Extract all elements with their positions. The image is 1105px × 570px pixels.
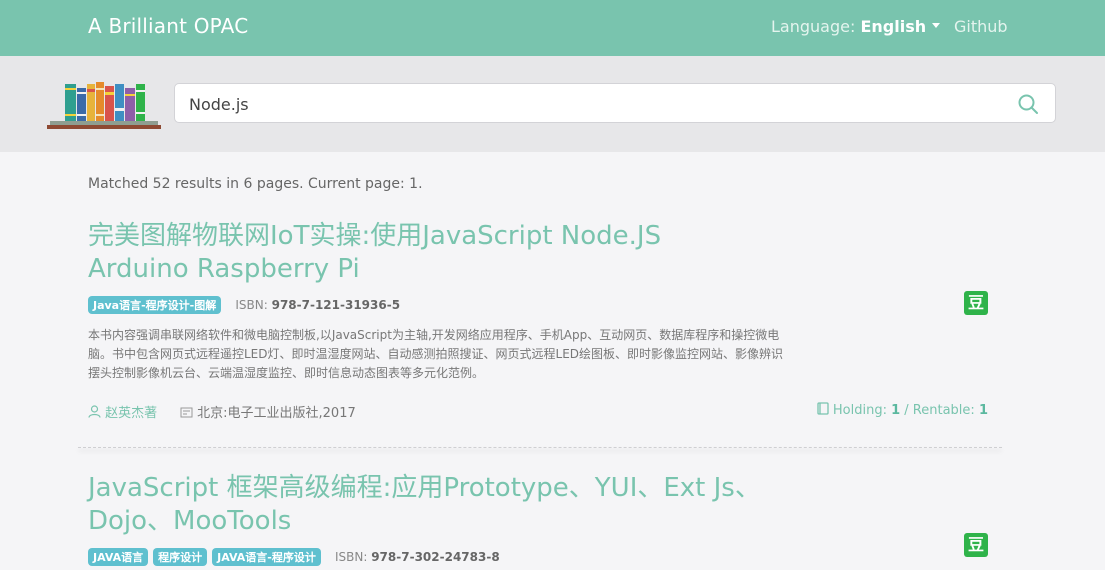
isbn: ISBN: 978-7-121-31936-5 bbox=[235, 298, 400, 312]
subject-tag[interactable]: 程序设计 bbox=[153, 547, 208, 566]
holding-label: Holding: bbox=[832, 403, 887, 418]
result-card: JavaScript 框架高级编程:应用Prototype、YUI、Ext Js… bbox=[78, 472, 1002, 570]
rentable-count: 1 bbox=[978, 403, 988, 418]
publisher-icon bbox=[180, 407, 193, 418]
search-box bbox=[174, 83, 1056, 123]
isbn-label: ISBN: bbox=[235, 297, 268, 312]
result-card: 完美图解物联网IoT实操:使用JavaScript Node.JS Arduin… bbox=[78, 220, 1002, 430]
app-brand[interactable]: A Brilliant OPAC bbox=[88, 14, 248, 38]
isbn-label: ISBN: bbox=[334, 549, 368, 564]
author-name: 赵英杰著 bbox=[105, 406, 158, 421]
language-label: Language: bbox=[771, 17, 856, 36]
isbn-value: 978-7-302-24783-8 bbox=[371, 549, 500, 564]
douban-icon[interactable]: 豆 bbox=[964, 533, 988, 557]
result-divider bbox=[78, 447, 1002, 448]
subject-tag[interactable]: Java语言-程序设计-图解 bbox=[88, 295, 222, 314]
subject-tag[interactable]: JAVA语言 bbox=[88, 547, 149, 566]
user-icon bbox=[88, 405, 101, 418]
douban-icon[interactable]: 豆 bbox=[964, 291, 988, 315]
search-bar bbox=[0, 56, 1105, 152]
bookshelf-logo-icon[interactable] bbox=[46, 80, 162, 130]
github-link[interactable]: Github bbox=[954, 17, 1008, 36]
holding-info: Holding: 1 / Rentable: 1 bbox=[817, 402, 988, 418]
search-input[interactable] bbox=[187, 92, 991, 116]
search-icon[interactable] bbox=[1017, 93, 1039, 115]
book-icon bbox=[817, 402, 829, 415]
publisher-text: 北京:电子工业出版社,2017 bbox=[197, 406, 356, 421]
subject-tag[interactable]: JAVA语言-程序设计 bbox=[212, 547, 321, 566]
top-navbar: A Brilliant OPAC Language: English Githu… bbox=[0, 0, 1105, 56]
result-title-link[interactable]: 完美图解物联网IoT实操:使用JavaScript Node.JS Arduin… bbox=[88, 220, 768, 286]
result-tags: JAVA语言 程序设计 JAVA语言-程序设计 ISBN: 978-7-302-24… bbox=[88, 546, 500, 566]
isbn-value: 978-7-121-31936-5 bbox=[271, 297, 401, 312]
caret-down-icon bbox=[932, 23, 941, 28]
language-dropdown[interactable]: Language: English bbox=[771, 17, 941, 36]
result-meta: 赵英杰著 北京:电子工业出版社,2017 Holding: 1 / Rentab… bbox=[88, 402, 988, 421]
holding-count: 1 bbox=[891, 403, 901, 418]
results-summary: Matched 52 results in 6 pages. Current p… bbox=[88, 176, 423, 192]
author-link[interactable]: 赵英杰著 bbox=[88, 402, 157, 421]
result-tags: Java语言-程序设计-图解 ISBN: 978-7-121-31936-5 bbox=[88, 294, 400, 314]
language-value: English bbox=[860, 17, 927, 36]
result-title-link[interactable]: JavaScript 框架高级编程:应用Prototype、YUI、Ext Js… bbox=[88, 472, 768, 538]
result-description: 本书内容强调串联网络软件和微电脑控制板,以JavaScript为主轴,开发网络应… bbox=[88, 328, 784, 380]
publisher: 北京:电子工业出版社,2017 bbox=[180, 402, 356, 421]
rentable-label: / Rentable: bbox=[904, 403, 975, 418]
isbn: ISBN: 978-7-302-24783-8 bbox=[335, 550, 500, 564]
